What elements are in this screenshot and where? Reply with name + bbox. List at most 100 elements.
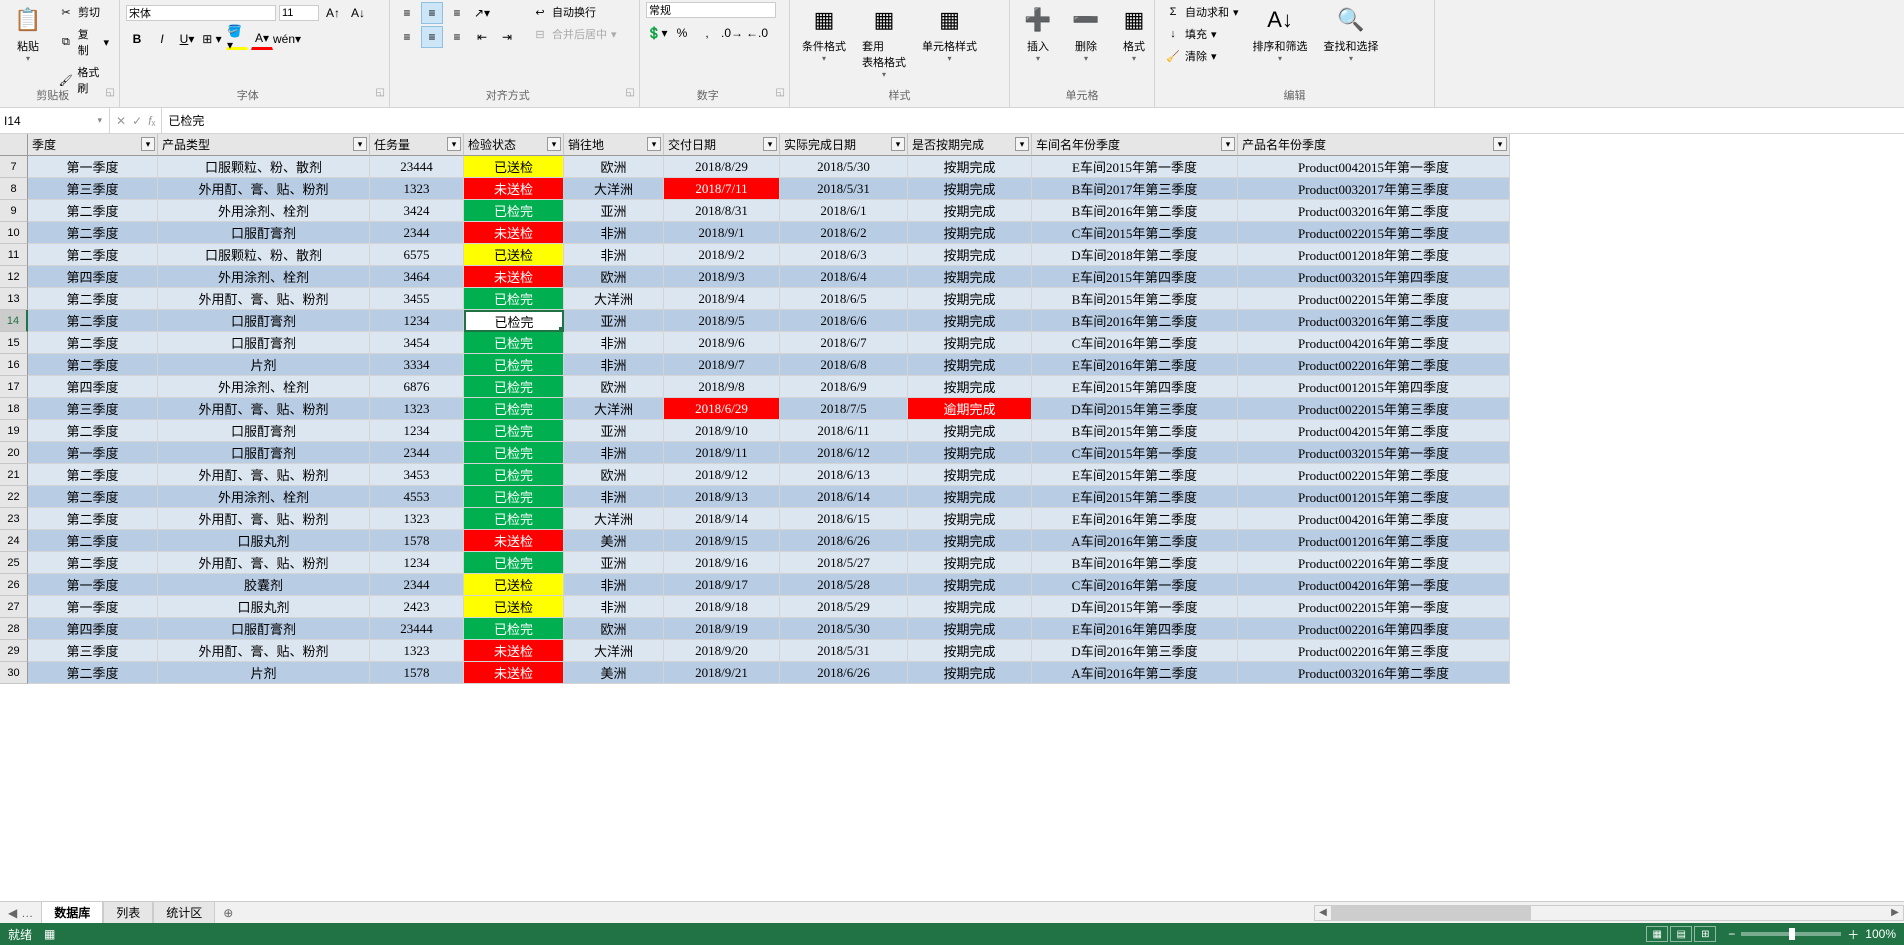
cell-quarter[interactable]: 第一季度 <box>28 442 158 464</box>
cell-delivery-date[interactable]: 2018/9/19 <box>664 618 780 640</box>
cell-status[interactable]: 未送检 <box>464 530 564 552</box>
cell-style-button[interactable]: ▦单元格样式▾ <box>916 2 983 65</box>
cell-product[interactable]: Product0032016年第二季度 <box>1238 662 1510 684</box>
cell-product-type[interactable]: 口服酊膏剂 <box>158 420 370 442</box>
cell-ontime[interactable]: 逾期完成 <box>908 398 1032 420</box>
column-header[interactable]: 交付日期▾ <box>664 134 780 156</box>
cell-status[interactable]: 已检完 <box>464 332 564 354</box>
cell-ontime[interactable]: 按期完成 <box>908 354 1032 376</box>
cell-destination[interactable]: 欧洲 <box>564 464 664 486</box>
cell-quarter[interactable]: 第二季度 <box>28 508 158 530</box>
row-header[interactable]: 13 <box>0 288 28 310</box>
cell-workshop[interactable]: C车间2015年第一季度 <box>1032 442 1238 464</box>
cell-quarter[interactable]: 第二季度 <box>28 244 158 266</box>
cell-product-type[interactable]: 口服酊膏剂 <box>158 442 370 464</box>
font-size-select[interactable] <box>279 5 319 21</box>
cell-status[interactable]: 已检完▾ <box>464 310 564 332</box>
cell-workshop[interactable]: A车间2016年第二季度 <box>1032 530 1238 552</box>
cell-done-date[interactable]: 2018/5/30 <box>780 156 908 178</box>
cell-quarter[interactable]: 第三季度 <box>28 178 158 200</box>
row-header[interactable]: 24 <box>0 530 28 552</box>
filter-button[interactable]: ▾ <box>1221 137 1235 151</box>
cell-workshop[interactable]: B车间2016年第二季度 <box>1032 200 1238 222</box>
cell-product[interactable]: Product0042016年第二季度 <box>1238 332 1510 354</box>
cell-done-date[interactable]: 2018/5/27 <box>780 552 908 574</box>
cell-product[interactable]: Product0022015年第一季度 <box>1238 596 1510 618</box>
filter-button[interactable]: ▾ <box>891 137 905 151</box>
cell-ontime[interactable]: 按期完成 <box>908 508 1032 530</box>
cell-product-type[interactable]: 外用酊、膏、贴、粉剂 <box>158 178 370 200</box>
cell-delivery-date[interactable]: 2018/9/21 <box>664 662 780 684</box>
row-header[interactable]: 20 <box>0 442 28 464</box>
cell-delivery-date[interactable]: 2018/9/6 <box>664 332 780 354</box>
cell-quantity[interactable]: 6876 <box>370 376 464 398</box>
cell-workshop[interactable]: C车间2015年第二季度 <box>1032 222 1238 244</box>
cell-quantity[interactable]: 1323 <box>370 508 464 530</box>
currency-button[interactable]: 💲▾ <box>646 22 668 44</box>
cell-status[interactable]: 已送检 <box>464 574 564 596</box>
cell-quantity[interactable]: 2344 <box>370 222 464 244</box>
cell-quarter[interactable]: 第三季度 <box>28 398 158 420</box>
cell-product[interactable]: Product0022016年第二季度 <box>1238 552 1510 574</box>
insert-button[interactable]: ➕插入▾ <box>1016 2 1060 65</box>
cell-status[interactable]: 已检完 <box>464 354 564 376</box>
cell-delivery-date[interactable]: 2018/9/7 <box>664 354 780 376</box>
row-header[interactable]: 23 <box>0 508 28 530</box>
increase-font-button[interactable]: A↑ <box>322 2 344 24</box>
cell-product[interactable]: Product0012016年第二季度 <box>1238 530 1510 552</box>
enter-icon[interactable]: ✓ <box>132 114 142 128</box>
filter-button[interactable]: ▾ <box>547 137 561 151</box>
border-button[interactable]: ⊞ ▾ <box>201 28 223 50</box>
alignment-launcher[interactable]: ◱ <box>626 87 635 98</box>
cell-status[interactable]: 已检完 <box>464 464 564 486</box>
comma-button[interactable]: , <box>696 22 718 44</box>
align-left-button[interactable]: ≡ <box>396 26 418 48</box>
add-sheet-button[interactable]: ⊕ <box>215 906 241 920</box>
cell-ontime[interactable]: 按期完成 <box>908 310 1032 332</box>
cell-destination[interactable]: 非洲 <box>564 332 664 354</box>
zoom-in-button[interactable]: ＋ <box>1847 926 1859 943</box>
cell-delivery-date[interactable]: 2018/9/15 <box>664 530 780 552</box>
cell-ontime[interactable]: 按期完成 <box>908 552 1032 574</box>
row-header[interactable]: 9 <box>0 200 28 222</box>
tab-nav-prev[interactable]: ◀ <box>8 906 17 920</box>
filter-button[interactable]: ▾ <box>1015 137 1029 151</box>
cell-product-type[interactable]: 外用酊、膏、贴、粉剂 <box>158 508 370 530</box>
cell-workshop[interactable]: E车间2015年第二季度 <box>1032 486 1238 508</box>
name-box[interactable]: ▾ <box>0 108 110 133</box>
cell-quarter[interactable]: 第四季度 <box>28 618 158 640</box>
cell-destination[interactable]: 亚洲 <box>564 200 664 222</box>
cell-status[interactable]: 已检完 <box>464 288 564 310</box>
select-all-corner[interactable] <box>0 134 28 156</box>
cell-quantity[interactable]: 1323 <box>370 178 464 200</box>
cell-product-type[interactable]: 外用酊、膏、贴、粉剂 <box>158 464 370 486</box>
cell-destination[interactable]: 大洋洲 <box>564 508 664 530</box>
cell-quantity[interactable]: 1323 <box>370 398 464 420</box>
cell-done-date[interactable]: 2018/7/5 <box>780 398 908 420</box>
cell-delivery-date[interactable]: 2018/9/14 <box>664 508 780 530</box>
cell-ontime[interactable]: 按期完成 <box>908 288 1032 310</box>
row-header[interactable]: 22 <box>0 486 28 508</box>
cell-destination[interactable]: 欧洲 <box>564 376 664 398</box>
cell-product[interactable]: Product0022015年第二季度 <box>1238 464 1510 486</box>
font-color-button[interactable]: A▾ <box>251 28 273 50</box>
row-header[interactable]: 11 <box>0 244 28 266</box>
column-header[interactable]: 季度▾ <box>28 134 158 156</box>
horizontal-scrollbar[interactable]: ◀▶ <box>1314 905 1904 921</box>
cell-product-type[interactable]: 口服酊膏剂 <box>158 222 370 244</box>
format-button[interactable]: ▦格式▾ <box>1112 2 1156 65</box>
bold-button[interactable]: B <box>126 28 148 50</box>
cell-quantity[interactable]: 1234 <box>370 420 464 442</box>
column-header[interactable]: 产品类型▾ <box>158 134 370 156</box>
view-break-button[interactable]: ⊞ <box>1694 926 1716 942</box>
cell-destination[interactable]: 亚洲 <box>564 420 664 442</box>
cell-product[interactable]: Product0022015年第二季度 <box>1238 288 1510 310</box>
orientation-button[interactable]: ↗▾ <box>471 2 493 24</box>
cell-workshop[interactable]: D车间2018年第二季度 <box>1032 244 1238 266</box>
cell-destination[interactable]: 大洋洲 <box>564 288 664 310</box>
sheet-tab[interactable]: 数据库 <box>41 901 103 925</box>
align-middle-button[interactable]: ≡ <box>421 2 443 24</box>
cell-product-type[interactable]: 外用酊、膏、贴、粉剂 <box>158 640 370 662</box>
cell-product-type[interactable]: 外用涂剂、栓剂 <box>158 376 370 398</box>
cell-workshop[interactable]: E车间2016年第二季度 <box>1032 354 1238 376</box>
